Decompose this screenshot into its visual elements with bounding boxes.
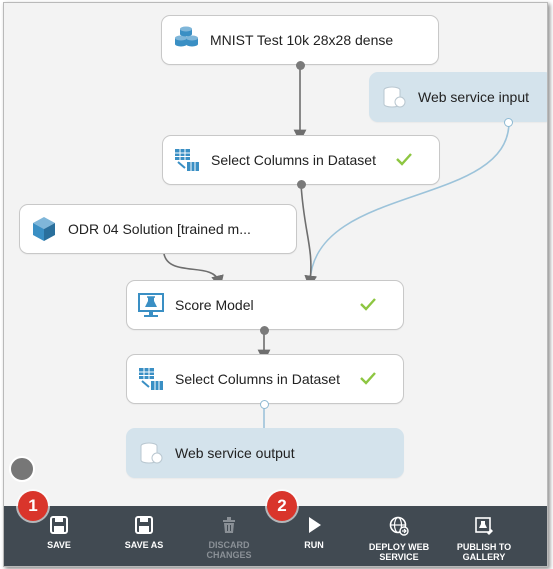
module-select-columns-1[interactable]: Select Columns in Dataset	[162, 135, 440, 185]
module-trained-model[interactable]: ODR 04 Solution [trained m...	[19, 204, 297, 254]
select-columns-icon	[175, 149, 199, 171]
floppy-disk-icon	[50, 516, 68, 534]
save-button[interactable]: SAVE	[17, 516, 101, 550]
wire-trained-to-score	[163, 253, 224, 289]
callout-badge-1: 1	[18, 491, 48, 521]
output-port[interactable]	[260, 400, 269, 409]
deploy-label-line2: SERVICE	[379, 552, 419, 562]
module-label: Score Model	[175, 297, 254, 313]
run-label: RUN	[304, 540, 324, 550]
module-label: ODR 04 Solution [trained m...	[68, 221, 251, 237]
module-label: Web service input	[418, 89, 530, 105]
dataset-icon	[175, 26, 198, 47]
module-label: MNIST Test 10k 28x28 dense	[210, 32, 394, 48]
output-port[interactable]	[260, 326, 269, 335]
module-label: Select Columns in Dataset	[175, 371, 340, 387]
module-web-service-input[interactable]: Web service input	[369, 72, 547, 122]
save-as-label: SAVE AS	[124, 540, 164, 550]
output-port[interactable]	[297, 180, 306, 189]
floppy-disk-icon	[135, 516, 153, 534]
web-service-icon	[140, 442, 163, 464]
play-icon	[309, 517, 321, 533]
globe-icon	[389, 516, 409, 536]
discard-changes-button[interactable]: DISCARD CHANGES	[187, 516, 271, 560]
module-web-service-output[interactable]: Web service output	[126, 428, 404, 478]
run-button[interactable]: RUN	[272, 516, 356, 550]
output-port[interactable]	[504, 118, 513, 127]
module-label: Select Columns in Dataset	[211, 152, 376, 168]
deploy-label-line1: DEPLOY WEB	[368, 542, 430, 552]
module-dataset[interactable]: MNIST Test 10k 28x28 dense	[161, 15, 439, 65]
output-port[interactable]	[296, 61, 305, 70]
callout-badge-2: 2	[267, 491, 297, 521]
canvas-scroll-handle[interactable]	[9, 456, 35, 482]
save-label: SAVE	[47, 540, 71, 550]
checkmark-icon	[360, 372, 376, 385]
module-label: Web service output	[175, 445, 295, 461]
checkmark-icon	[360, 298, 376, 311]
gallery-icon	[475, 517, 493, 535]
publish-label-line2: GALLERY	[462, 552, 506, 562]
deploy-web-service-button[interactable]: DEPLOY WEB SERVICE	[357, 516, 441, 562]
discard-changes-label: DISCARD CHANGES	[206, 540, 252, 560]
publish-label-line1: PUBLISH TO	[456, 542, 512, 552]
trash-icon	[223, 517, 235, 533]
module-select-columns-2[interactable]: Select Columns in Dataset	[126, 354, 404, 404]
module-score-model[interactable]: Score Model	[126, 280, 404, 330]
experiment-canvas: MNIST Test 10k 28x28 dense Web service i…	[3, 2, 548, 567]
publish-to-gallery-button[interactable]: PUBLISH TO GALLERY	[442, 516, 526, 562]
trained-model-icon	[33, 217, 55, 241]
select-columns-icon	[139, 368, 163, 390]
score-model-icon	[138, 293, 164, 317]
save-as-button[interactable]: SAVE AS	[102, 516, 186, 550]
web-service-icon	[383, 86, 406, 108]
checkmark-icon	[396, 153, 412, 166]
wire-select-to-score	[300, 183, 318, 289]
